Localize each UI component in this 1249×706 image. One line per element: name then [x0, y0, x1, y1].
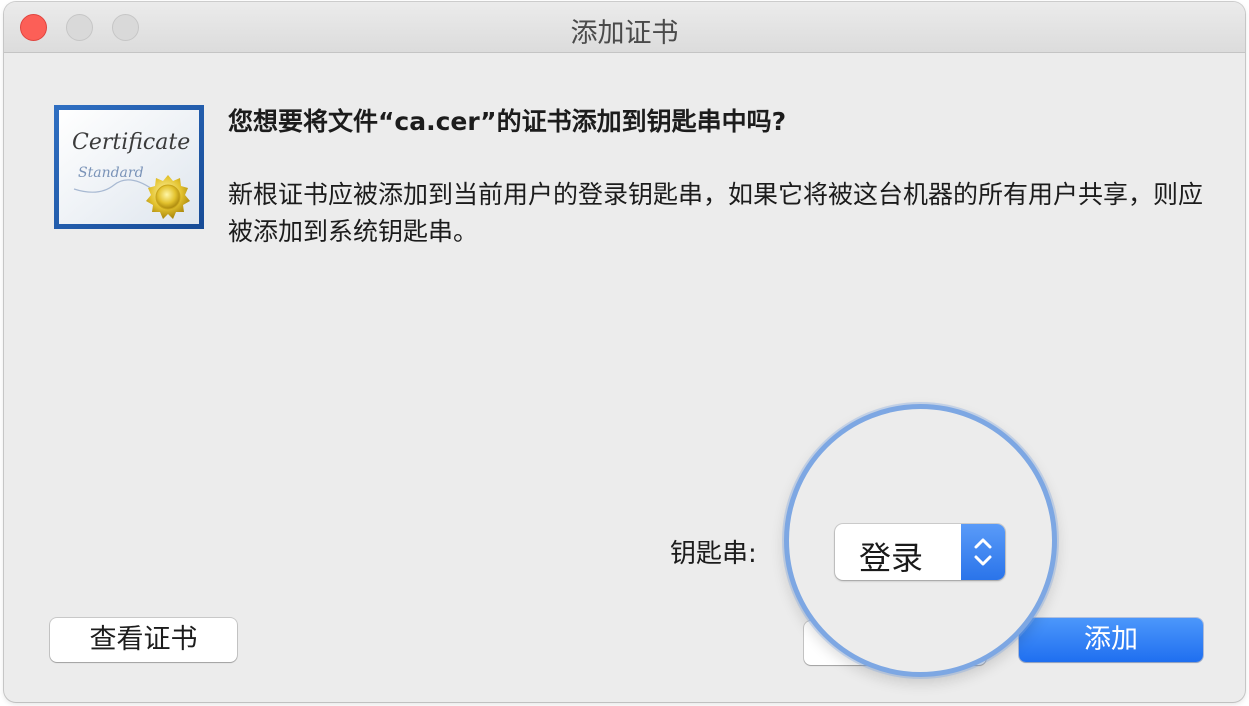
add-certificate-dialog: 添加证书 Certificate Standard 您想要将文件“ca.cer”…: [4, 2, 1245, 702]
magnifier-callout: 登录: [784, 404, 1057, 677]
keychain-popup[interactable]: 登录: [835, 524, 1005, 580]
window-title: 添加证书: [570, 18, 679, 49]
add-button[interactable]: 添加: [1019, 618, 1203, 662]
certificate-icon: Certificate Standard: [54, 105, 204, 229]
title-bar: 添加证书: [4, 2, 1245, 53]
certificate-icon-title: Certificate: [72, 130, 190, 155]
dialog-heading: 您想要将文件“ca.cer”的证书添加到钥匙串中吗?: [228, 107, 787, 136]
certificate-icon-subtitle: Standard: [78, 165, 144, 181]
view-certificate-button[interactable]: 查看证书: [50, 618, 237, 662]
popup-stepper[interactable]: [961, 524, 1005, 580]
chevron-up-down-icon: [974, 538, 992, 566]
keychain-label: 钥匙串:: [670, 539, 757, 569]
keychain-selected-value: 登录: [859, 539, 924, 577]
dialog-message: 新根证书应被添加到当前用户的登录钥匙串，如果它将被这台机器的所有用户共享，则应被…: [228, 180, 1204, 246]
